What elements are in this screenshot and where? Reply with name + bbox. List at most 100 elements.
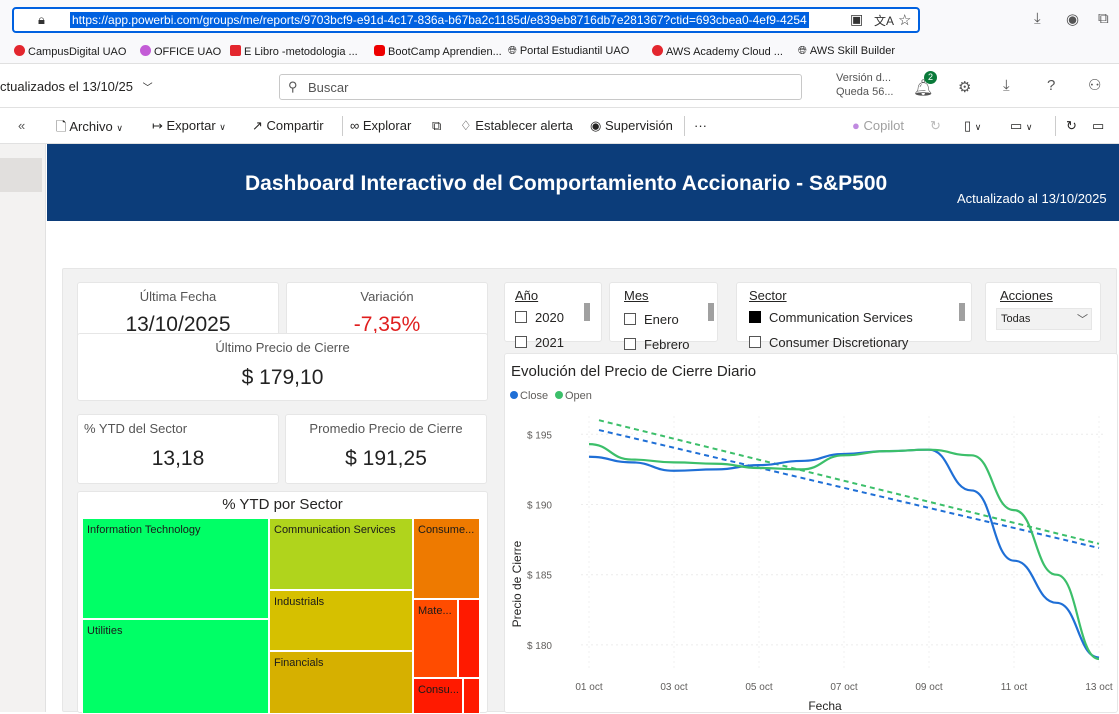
bookmark-label: BootCamp Aprendien... bbox=[388, 46, 502, 58]
star-icon[interactable]: ☆ bbox=[898, 11, 911, 29]
bookmark-portal[interactable]: 🌐︎ Portal Estudiantil UAO bbox=[508, 45, 629, 58]
bookmark-label: CampusDigital UAO bbox=[28, 46, 127, 58]
slicer-scrollbar[interactable] bbox=[584, 303, 590, 321]
copilot-label: Copilot bbox=[863, 118, 904, 133]
treemap-tile-materials[interactable]: Mate... bbox=[413, 599, 458, 678]
search-icon: ⚲ bbox=[288, 79, 298, 94]
alerta-button[interactable]: ♢ Establecer alerta bbox=[460, 118, 573, 134]
slicer-acciones[interactable]: Acciones Todas ﹀ bbox=[985, 282, 1101, 342]
checkbox[interactable] bbox=[515, 311, 527, 323]
lock-icon[interactable]: 🔒︎ bbox=[38, 12, 45, 28]
treemap-tile-financials[interactable]: Financials bbox=[269, 651, 413, 714]
trendline-close bbox=[598, 429, 1100, 549]
kpi-promedio[interactable]: Promedio Precio de Cierre $ 191,25 bbox=[285, 414, 487, 484]
legend-close-marker bbox=[510, 391, 518, 399]
compartir-button[interactable]: ↗ Compartir bbox=[252, 118, 324, 134]
downloads-icon[interactable]: ⤓ bbox=[1034, 10, 1041, 27]
slicer-option-communication-services[interactable]: Communication Services bbox=[749, 310, 913, 325]
slicer-acciones-label: Acciones bbox=[1000, 288, 1053, 303]
line-chart-visual[interactable]: Evolución del Precio de Cierre Diario Cl… bbox=[504, 353, 1118, 713]
slicer-option-2021[interactable]: 2021 bbox=[515, 335, 564, 350]
updated-date: Actualizado al 13/10/2025 bbox=[957, 191, 1107, 206]
trial-version-line2[interactable]: Queda 56... bbox=[836, 86, 894, 98]
campus-icon bbox=[14, 45, 25, 56]
bookmark-aws-skill[interactable]: 🌐︎ AWS Skill Builder bbox=[798, 45, 895, 58]
treemap-tile-communication-services[interactable]: Communication Services bbox=[269, 518, 413, 590]
checkbox[interactable] bbox=[624, 313, 636, 325]
y-axis-label: Precio de Cierre bbox=[510, 540, 524, 627]
slicer-anio[interactable]: Año 2020 2021 bbox=[504, 282, 602, 350]
bookmark-icon[interactable]: ▯ ∨ bbox=[964, 118, 981, 134]
treemap-tile-utilities[interactable]: Utilities bbox=[82, 619, 269, 714]
acciones-dropdown[interactable]: Todas ﹀ bbox=[996, 308, 1092, 330]
kpi-ultimo-precio[interactable]: Último Precio de Cierre $ 179,10 bbox=[77, 333, 488, 401]
treemap-tile-consumer[interactable]: Consu... bbox=[413, 678, 463, 714]
x-tick-label: 09 oct bbox=[915, 682, 942, 693]
slicer-option-febrero[interactable]: Febrero bbox=[624, 337, 690, 352]
y-tick-label: $ 185 bbox=[527, 571, 552, 582]
search-input[interactable]: ⚲ Buscar bbox=[279, 74, 802, 100]
comment-icon[interactable]: ▭ bbox=[1092, 118, 1104, 134]
slicer-scrollbar[interactable] bbox=[708, 303, 714, 321]
option-label: Enero bbox=[644, 312, 679, 327]
url-text[interactable]: https://app.powerbi.com/groups/me/report… bbox=[70, 12, 809, 28]
bookmark-label: Portal Estudiantil UAO bbox=[519, 45, 630, 57]
x-tick-label: 03 oct bbox=[660, 682, 687, 693]
supervision-button[interactable]: ◉ Supervisión bbox=[590, 118, 673, 134]
slicer-option-2020[interactable]: 2020 bbox=[515, 310, 564, 325]
alerta-label: Establecer alerta bbox=[475, 118, 573, 133]
archivo-menu[interactable]: 🗋︎ Archivo ∨ bbox=[56, 118, 123, 140]
bookmark-office[interactable]: OFFICE UAO bbox=[140, 45, 221, 58]
bookmark-campusdigital[interactable]: CampusDigital UAO bbox=[14, 45, 126, 58]
slicer-mes[interactable]: Mes Enero Febrero bbox=[609, 282, 718, 352]
slicer-option-consumer-discretionary[interactable]: Consumer Discretionary bbox=[749, 335, 908, 350]
slicer-option-enero[interactable]: Enero bbox=[624, 312, 679, 327]
help-icon[interactable]: ? bbox=[1047, 77, 1055, 94]
chart-title: Evolución del Precio de Cierre Diario bbox=[511, 363, 756, 380]
treemap-tile-tiny-red[interactable] bbox=[463, 678, 480, 714]
x-tick-label: 13 oct bbox=[1085, 682, 1112, 693]
line-chart-svg: Evolución del Precio de Cierre Diario Cl… bbox=[510, 363, 1113, 712]
treemap-tile-consumer-staples[interactable]: Consume... bbox=[413, 518, 480, 599]
download-icon[interactable]: ⤓ bbox=[1003, 77, 1010, 94]
copilot-button[interactable]: ● Copilot bbox=[852, 118, 904, 133]
option-label: Communication Services bbox=[769, 310, 913, 325]
view-icon[interactable]: ▭ ∨ bbox=[1010, 118, 1033, 134]
collapse-nav-icon[interactable]: « bbox=[18, 118, 25, 133]
checkbox[interactable] bbox=[624, 338, 636, 350]
teams-icon[interactable]: ⧉ bbox=[432, 118, 441, 134]
slicer-sector[interactable]: Sector Communication Services Consumer D… bbox=[736, 282, 972, 350]
slicer-scrollbar[interactable] bbox=[959, 303, 965, 321]
translate-icon[interactable]: 文A bbox=[874, 12, 894, 29]
account-icon[interactable]: ◉ bbox=[1066, 10, 1079, 28]
bookmark-bootcamp[interactable]: BootCamp Aprendien... bbox=[374, 45, 502, 58]
kpi-ytd-sector[interactable]: % YTD del Sector 13,18 bbox=[77, 414, 279, 484]
exportar-menu[interactable]: ↦ Exportar ∨ bbox=[152, 118, 226, 134]
extensions-icon[interactable]: ⧉ bbox=[1098, 10, 1109, 27]
bookmark-aws-academy[interactable]: AWS Academy Cloud ... bbox=[652, 45, 783, 58]
checkbox-checked[interactable] bbox=[749, 311, 761, 323]
bookmark-elibro[interactable]: E Libro -metodologia ... bbox=[230, 45, 358, 58]
treemap-tile-industrials[interactable]: Industrials bbox=[269, 590, 413, 651]
more-options-button[interactable]: ··· bbox=[694, 118, 707, 133]
breadcrumb[interactable]: ctualizados el 13/10/25 ﹀ bbox=[0, 79, 153, 94]
explorar-button[interactable]: ∞ Explorar bbox=[350, 118, 411, 133]
eye-icon: ◉ bbox=[590, 118, 605, 133]
nav-page-item[interactable] bbox=[0, 158, 42, 192]
settings-icon[interactable]: ⚙ bbox=[958, 78, 971, 96]
y-tick-label: $ 180 bbox=[527, 641, 552, 652]
reader-view-icon[interactable]: ▣ bbox=[850, 11, 863, 28]
reset-icon[interactable]: ↻ bbox=[930, 118, 941, 134]
treemap-tile-small-red[interactable] bbox=[458, 599, 480, 678]
refresh-icon[interactable]: ↻ bbox=[1066, 118, 1077, 134]
left-nav bbox=[0, 144, 46, 712]
checkbox[interactable] bbox=[749, 336, 761, 348]
treemap-visual[interactable]: % YTD por Sector Information Technology … bbox=[77, 491, 488, 714]
treemap-tile-information-technology[interactable]: Information Technology bbox=[82, 518, 269, 619]
browser-toolbar: ◯ 🔒︎ https://app.powerbi.com/groups/me/r… bbox=[0, 0, 1119, 40]
trial-version-line1[interactable]: Versión d... bbox=[836, 72, 891, 84]
url-bar[interactable]: 🔒︎ https://app.powerbi.com/groups/me/rep… bbox=[12, 7, 920, 33]
checkbox[interactable] bbox=[515, 336, 527, 348]
report-header: Dashboard Interactivo del Comportamiento… bbox=[47, 144, 1119, 221]
account-icon[interactable]: ⚇ bbox=[1088, 76, 1101, 94]
